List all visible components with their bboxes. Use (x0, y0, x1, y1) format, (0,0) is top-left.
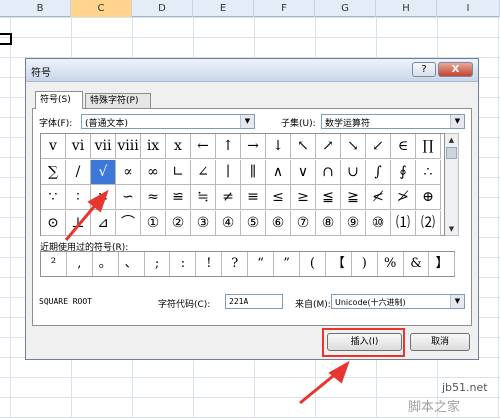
tab-symbols[interactable]: 符号(S) (35, 91, 83, 109)
watermark-logo-text: 脚本之家 (408, 400, 461, 415)
arrow-to-insert (299, 370, 339, 405)
annotation-arrows (64, 189, 350, 405)
arrow-head-insert (328, 360, 350, 384)
arrow-to-symbol (64, 201, 100, 241)
watermark-url: jb51.net (442, 381, 488, 394)
